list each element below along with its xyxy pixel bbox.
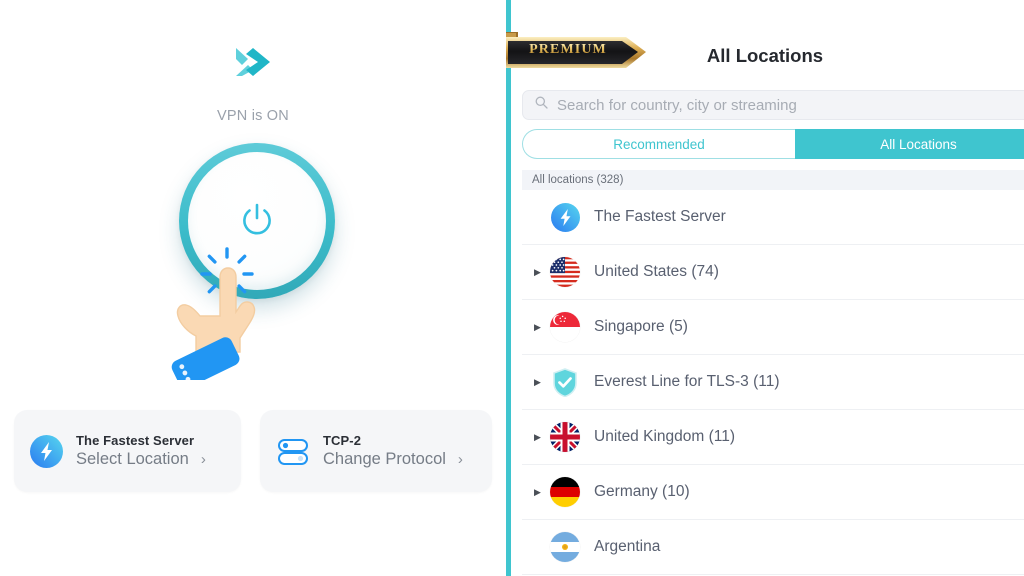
server-card-sub-row: Select Location › [76,450,206,469]
lightning-bolt-icon [30,434,63,468]
list-item[interactable]: ▶ United Kingdom (11) [522,410,1024,465]
locations-panel: All Locations Search for country, city o… [506,0,1024,576]
connection-panel: VPN is ON The Fastest Server Select Loca… [0,0,506,576]
flag-ar-icon [550,532,580,562]
power-icon [239,201,275,244]
flag-de-icon [550,477,580,507]
protocol-card-texts: TCP-2 Change Protocol › [323,433,463,469]
list-item-label: Argentina [594,538,661,555]
vpn-status-text: VPN is ON [217,108,289,124]
list-item[interactable]: ▶ The Fastest Server [522,190,1024,245]
panel-divider [506,0,511,576]
vpn-app-window: VPN is ON The Fastest Server Select Loca… [0,0,1024,576]
x-logo-icon [0,42,506,82]
list-item[interactable]: ▶ [522,245,1024,300]
triangle-right-icon[interactable]: ▶ [530,322,550,333]
protocol-card[interactable]: TCP-2 Change Protocol › [260,410,492,492]
server-card[interactable]: The Fastest Server Select Location › [14,410,241,492]
triangle-right-icon[interactable]: ▶ [530,377,550,388]
locations-list: ▶ The Fastest Server [522,190,1024,575]
list-item-label: Singapore (5) [594,318,688,335]
power-toggle-button[interactable] [179,143,335,299]
list-item-label: Germany (10) [594,483,690,500]
list-item[interactable]: ▶ Argentina [522,520,1024,575]
protocol-card-subtitle: Change Protocol [323,450,446,468]
triangle-right-icon[interactable]: ▶ [530,432,550,443]
search-placeholder-text: Search for country, city or streaming [557,96,797,114]
search-input[interactable]: Search for country, city or streaming [522,90,1024,120]
triangle-right-icon[interactable]: ▶ [530,487,550,498]
locations-tabs: Recommended All Locations [522,129,1024,159]
toggle-sliders-icon [276,434,310,468]
flag-us-icon [550,257,580,287]
chevron-right-icon: › [457,451,463,468]
flag-uk-icon [550,422,580,452]
protocol-card-title: TCP-2 [323,433,362,448]
list-item-label: The Fastest Server [594,208,726,225]
list-item[interactable]: ▶ Everest Line for TLS-3 (11) [522,355,1024,410]
list-item-label: United Kingdom (11) [594,428,736,445]
protocol-card-sub-row: Change Protocol › [323,450,463,469]
list-item-label: Everest Line for TLS-3 (11) [594,373,780,390]
chevron-right-icon: › [200,451,206,468]
list-item[interactable]: ▶ [522,300,1024,355]
flag-sg-icon [550,312,580,342]
list-item[interactable]: ▶ Germany (10) [522,465,1024,520]
search-icon [535,96,548,114]
fastest-server-bolt-icon [550,202,580,232]
shield-check-icon [550,367,580,397]
tab-recommended[interactable]: Recommended [522,129,795,159]
server-card-subtitle: Select Location [76,450,189,468]
tab-all-locations[interactable]: All Locations [795,129,1024,159]
power-button-face [188,152,326,290]
triangle-right-icon[interactable]: ▶ [530,267,550,278]
quick-settings-cards: The Fastest Server Select Location › TCP… [14,410,492,492]
list-item-label: United States (74) [594,263,719,280]
premium-badge[interactable]: PREMIUM [506,30,654,74]
server-card-title: The Fastest Server [76,433,195,448]
server-card-texts: The Fastest Server Select Location › [76,433,206,469]
section-header: All locations (328) [522,170,1024,190]
